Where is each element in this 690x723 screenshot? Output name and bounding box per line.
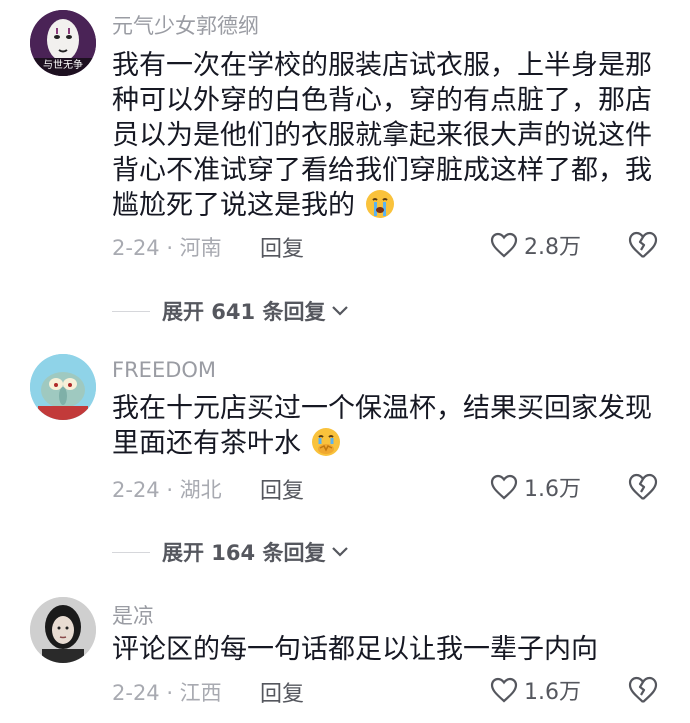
expand-replies-label: 展开 164 条回复 [162, 541, 326, 565]
broken-heart-icon[interactable] [627, 676, 659, 704]
broken-heart-icon[interactable] [627, 473, 659, 501]
like-count: 1.6万 [524, 680, 581, 705]
reply-button[interactable]: 回复 [260, 473, 304, 505]
hand-over-mouth-face-icon [311, 428, 340, 456]
comment-text-body: 评论区的每一句话都足以让我一辈子内向 [112, 634, 598, 665]
heart-icon [490, 677, 518, 703]
like-button[interactable]: 1.6万 [490, 674, 581, 706]
reply-button[interactable]: 回复 [260, 231, 304, 263]
reply-button[interactable]: 回复 [260, 676, 304, 708]
divider-line [112, 310, 150, 312]
avatar[interactable] [30, 597, 96, 663]
chevron-down-icon [332, 547, 349, 557]
comment-meta: 2-24 · 江西 [112, 681, 222, 705]
heart-icon [490, 232, 518, 258]
comment-text: 评论区的每一句话都足以让我一辈子内向 [112, 632, 667, 667]
avatar-image [30, 597, 96, 663]
avatar-caption: 与世无争 [43, 60, 83, 71]
comment-text: 我在十元店买过一个保温杯，结果买回家发现里面还有茶叶水 [112, 391, 667, 461]
crying-face-icon [365, 190, 394, 218]
expand-replies-button[interactable]: 展开 164 条回复 [112, 537, 349, 567]
avatar[interactable] [30, 354, 96, 420]
avatar[interactable]: 与世无争 [30, 10, 96, 76]
comment-username[interactable]: FREEDOM [112, 358, 216, 382]
like-count: 2.8万 [524, 235, 581, 260]
broken-heart-icon[interactable] [627, 231, 659, 259]
avatar-image [30, 354, 96, 420]
like-count: 1.6万 [524, 477, 581, 502]
divider-line [112, 551, 150, 553]
chevron-down-icon [332, 306, 349, 316]
comment-meta: 2-24 · 河南 [112, 236, 222, 260]
expand-replies-button[interactable]: 展开 641 条回复 [112, 296, 349, 326]
comment-username[interactable]: 是凉 [112, 600, 154, 630]
comment-text: 我有一次在学校的服装店试衣服，上半身是那种可以外穿的白色背心，穿的有点脏了，那店… [112, 48, 667, 223]
like-button[interactable]: 1.6万 [490, 471, 581, 503]
expand-replies-label: 展开 641 条回复 [162, 300, 326, 324]
comment-text-body: 我在十元店买过一个保温杯，结果买回家发现里面还有茶叶水 [112, 393, 652, 459]
heart-icon [490, 474, 518, 500]
comment-meta: 2-24 · 湖北 [112, 478, 222, 502]
like-button[interactable]: 2.8万 [490, 229, 581, 261]
comment-username[interactable]: 元气少女郭德纲 [112, 10, 259, 40]
